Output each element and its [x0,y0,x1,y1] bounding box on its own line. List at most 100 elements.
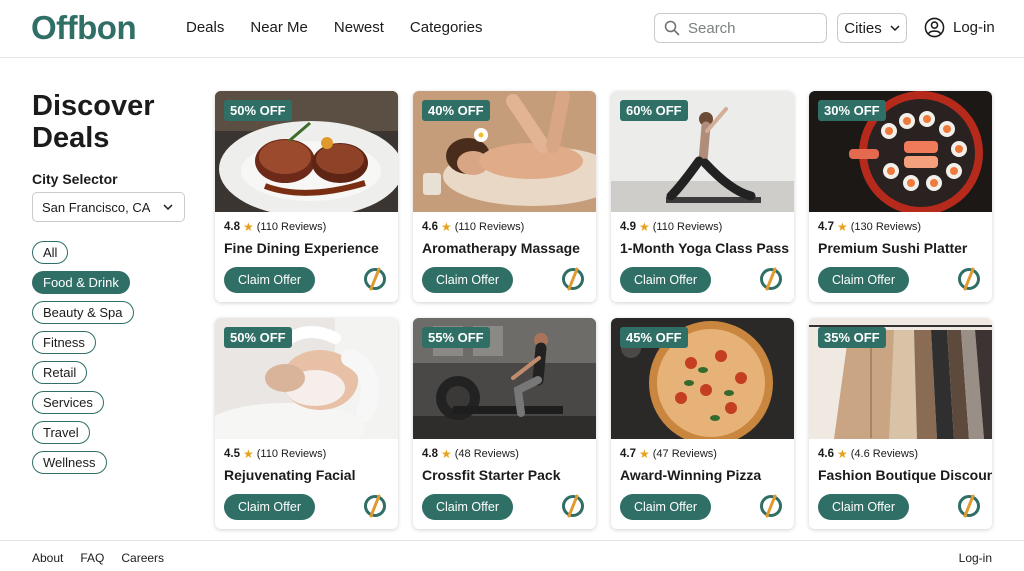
category-chip-services[interactable]: Services [32,391,104,414]
star-icon: ★ [837,220,848,234]
deal-card[interactable]: 50% OFF 4.5 ★ (110 Reviews) Rejuvenating… [215,318,398,529]
deal-image-pizza[interactable]: 45% OFF [611,318,794,439]
claim-offer-button[interactable]: Claim Offer [422,494,513,520]
main-nav: Deals Near Me Newest Categories [186,19,482,36]
deal-rating: 4.8 ★ (110 Reviews) [224,220,326,234]
category-chip-wellness[interactable]: Wellness [32,451,107,474]
star-icon: ★ [243,220,254,234]
deal-title[interactable]: Aromatherapy Massage [422,240,580,256]
star-icon: ★ [639,447,650,461]
deal-rating: 4.6 ★ (4.6 Reviews) [818,447,918,461]
category-chip-travel[interactable]: Travel [32,421,90,444]
user-circle-icon [924,17,945,38]
discount-badge: 45% OFF [620,327,688,348]
nav-near-me[interactable]: Near Me [250,19,308,36]
discount-badge: 35% OFF [818,327,886,348]
brand-name: Offbon [31,9,137,46]
deal-rating: 4.5 ★ (110 Reviews) [224,447,326,461]
nav-newest[interactable]: Newest [334,19,384,36]
brand-logo[interactable]: Offbon [31,9,137,47]
chevron-down-icon [890,24,900,31]
deal-image-steak[interactable]: 50% OFF [215,91,398,212]
claim-offer-button[interactable]: Claim Offer [818,494,909,520]
deal-image-crossfit[interactable]: 55% OFF [413,318,596,439]
brand-mark-icon [364,267,386,291]
deal-image-massage[interactable]: 40% OFF [413,91,596,212]
deal-card[interactable]: 60% OFF 4.9 ★ (110 Reviews) 1-Month Yoga… [611,91,794,302]
deal-rating: 4.7 ★ (47 Reviews) [620,447,717,461]
discount-badge: 50% OFF [224,100,292,121]
deal-title[interactable]: Award-Winning Pizza [620,467,761,483]
deal-image-yoga[interactable]: 60% OFF [611,91,794,212]
discount-badge: 55% OFF [422,327,490,348]
footer-links: About FAQ Careers [32,551,164,565]
deal-card[interactable]: 50% OFF 4.8 ★ (110 Reviews) Fine Dining … [215,91,398,302]
category-chip-fitness[interactable]: Fitness [32,331,96,354]
deal-card[interactable]: 30% OFF 4.7 ★ (130 Reviews) Premium Sush… [809,91,992,302]
deal-card[interactable]: 55% OFF 4.8 ★ (48 Reviews) Crossfit Star… [413,318,596,529]
claim-offer-button[interactable]: Claim Offer [224,494,315,520]
footer-login-link[interactable]: Log-in [959,551,992,565]
category-chip-retail[interactable]: Retail [32,361,88,384]
deal-title[interactable]: 1-Month Yoga Class Pass [620,240,789,256]
category-filters: All Food & Drink Beauty & Spa Fitness Re… [32,241,134,474]
deal-image-facial[interactable]: 50% OFF [215,318,398,439]
footer-link-faq[interactable]: FAQ [80,551,104,565]
discount-badge: 60% OFF [620,100,688,121]
chevron-down-icon [163,203,173,210]
review-count: (110 Reviews) [256,448,327,460]
star-icon: ★ [441,447,452,461]
deal-title[interactable]: Rejuvenating Facial [224,467,355,483]
brand-mark-icon [562,267,584,291]
deal-title[interactable]: Fashion Boutique Discount [818,467,992,483]
rating-value: 4.8 [422,448,438,460]
deal-image-sushi[interactable]: 30% OFF [809,91,992,212]
review-count: (110 Reviews) [652,221,723,233]
category-chip-all[interactable]: All [32,241,69,264]
claim-offer-button[interactable]: Claim Offer [422,267,513,293]
deal-rating: 4.9 ★ (110 Reviews) [620,220,722,234]
deal-rating: 4.7 ★ (130 Reviews) [818,220,921,234]
search-input[interactable] [688,19,818,37]
star-icon: ★ [837,447,848,461]
review-count: (47 Reviews) [652,448,717,460]
star-icon: ★ [441,220,452,234]
rating-value: 4.6 [818,448,834,460]
deal-rating: 4.8 ★ (48 Reviews) [422,447,519,461]
claim-offer-button[interactable]: Claim Offer [620,267,711,293]
search-icon [664,20,680,36]
deal-card[interactable]: 45% OFF 4.7 ★ (47 Reviews) Award-Winning… [611,318,794,529]
brand-mark-icon [364,494,386,518]
category-chip-beauty-spa[interactable]: Beauty & Spa [32,301,134,324]
footer-link-about[interactable]: About [32,551,63,565]
star-icon: ★ [639,220,650,234]
cities-dropdown[interactable]: Cities [837,13,907,43]
deal-title[interactable]: Crossfit Starter Pack [422,467,561,483]
city-selector[interactable]: San Francisco, CA [32,192,185,222]
login-label: Log-in [953,19,995,36]
page-footer: About FAQ Careers Log-in [0,540,1024,571]
deal-card[interactable]: 35% OFF 4.6 ★ (4.6 Reviews) Fashion Bout… [809,318,992,529]
rating-value: 4.7 [620,448,636,460]
deal-card[interactable]: 40% OFF 4.6 ★ (110 Reviews) Aromatherapy… [413,91,596,302]
nav-categories[interactable]: Categories [410,19,483,36]
deal-title[interactable]: Premium Sushi Platter [818,240,967,256]
discount-badge: 30% OFF [818,100,886,121]
footer-link-careers[interactable]: Careers [121,551,164,565]
deal-image-fashion[interactable]: 35% OFF [809,318,992,439]
login-button[interactable]: Log-in [924,17,995,38]
review-count: (110 Reviews) [454,221,525,233]
page-title: Discover Deals [32,90,155,154]
top-header: Offbon Deals Near Me Newest Categories C… [0,0,1024,58]
nav-deals[interactable]: Deals [186,19,224,36]
review-count: (130 Reviews) [850,221,922,233]
discount-badge: 40% OFF [422,100,490,121]
category-chip-food-drink[interactable]: Food & Drink [32,271,130,294]
search-box[interactable] [654,13,827,43]
discount-badge: 50% OFF [224,327,292,348]
claim-offer-button[interactable]: Claim Offer [620,494,711,520]
claim-offer-button[interactable]: Claim Offer [818,267,909,293]
rating-value: 4.8 [224,221,240,233]
deal-title[interactable]: Fine Dining Experience [224,240,379,256]
claim-offer-button[interactable]: Claim Offer [224,267,315,293]
